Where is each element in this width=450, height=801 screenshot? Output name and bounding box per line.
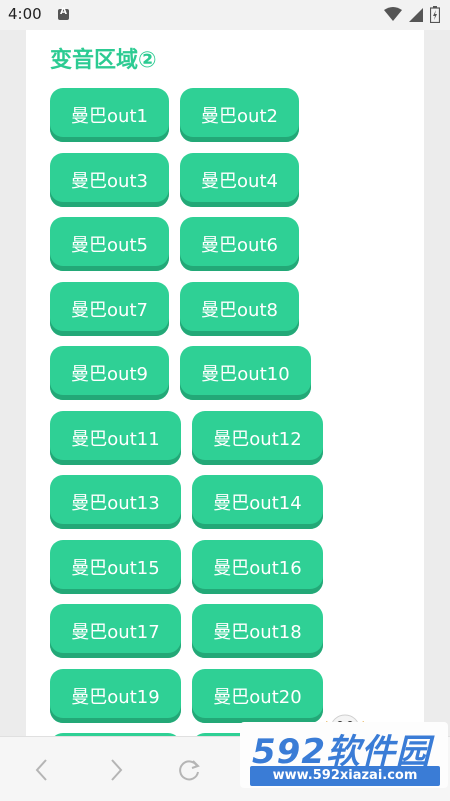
sound-button-out20[interactable]: 曼巴out20 [192,668,323,723]
sound-button-out8[interactable]: 曼巴out8 [180,281,299,336]
sound-button-out18[interactable]: 曼巴out18 [192,604,323,658]
status-time: 4:00 [8,5,42,23]
sound-button-out10[interactable]: 曼巴out10 [180,346,311,400]
forward-arrow-icon[interactable] [106,757,126,783]
sound-button-out6[interactable]: 曼巴out6 [180,217,299,271]
button-row: 曼巴out17 曼巴out18 [50,604,420,658]
sound-button-out11[interactable]: 曼巴out11 [50,410,181,465]
button-row: 曼巴out11 曼巴out12 [50,410,420,465]
sound-button-out7[interactable]: 曼巴out7 [50,281,169,336]
button-row: 曼巴out15 曼巴out16 [50,539,420,594]
refresh-icon[interactable] [176,757,202,783]
sound-button-out19[interactable]: 曼巴out19 [50,668,181,723]
battery-icon [430,6,440,23]
button-row: 曼巴out13 曼巴out14 [50,475,420,529]
sound-button-out5[interactable]: 曼巴out5 [50,217,169,271]
section-title: 变音区域② [50,48,157,73]
sound-button-out17[interactable]: 曼巴out17 [50,604,181,658]
sound-button-out9[interactable]: 曼巴out9 [50,346,169,400]
webview-page: 变音区域② 曼巴out1 曼巴out2 曼巴out3 曼巴out4 曼巴out5… [0,30,450,736]
signal-icon [409,8,423,22]
sound-button-out4[interactable]: 曼巴out4 [180,152,299,207]
wifi-icon [384,7,402,21]
sound-button-out15[interactable]: 曼巴out15 [50,539,181,594]
content-card: 变音区域② 曼巴out1 曼巴out2 曼巴out3 曼巴out4 曼巴out5… [26,30,424,736]
watermark-url: www.592xiazai.com [250,766,440,786]
back-arrow-icon[interactable] [32,757,52,783]
sound-button-grid: 曼巴out1 曼巴out2 曼巴out3 曼巴out4 曼巴out5 曼巴out… [50,88,420,736]
status-bar: 4:00 A [0,0,450,30]
sound-button-out16[interactable]: 曼巴out16 [192,539,323,594]
sound-button-out2[interactable]: 曼巴out2 [180,88,299,142]
button-row: 曼巴out3 曼巴out4 [50,152,420,207]
sound-button-out1[interactable]: 曼巴out1 [50,88,169,142]
button-row: 曼巴out9 曼巴out10 [50,346,420,400]
notification-a-icon: A [58,7,69,20]
button-row: 曼巴out5 曼巴out6 [50,217,420,271]
button-row: 曼巴out7 曼巴out8 [50,281,420,336]
sound-button-out14[interactable]: 曼巴out14 [192,475,323,529]
sound-button-out13[interactable]: 曼巴out13 [50,475,181,529]
button-row: 曼巴out1 曼巴out2 [50,88,420,142]
sound-button-out12[interactable]: 曼巴out12 [192,410,323,465]
sound-button-out3[interactable]: 曼巴out3 [50,152,169,207]
watermark-logo: 592软件园 www.592xiazai.com [240,722,448,788]
